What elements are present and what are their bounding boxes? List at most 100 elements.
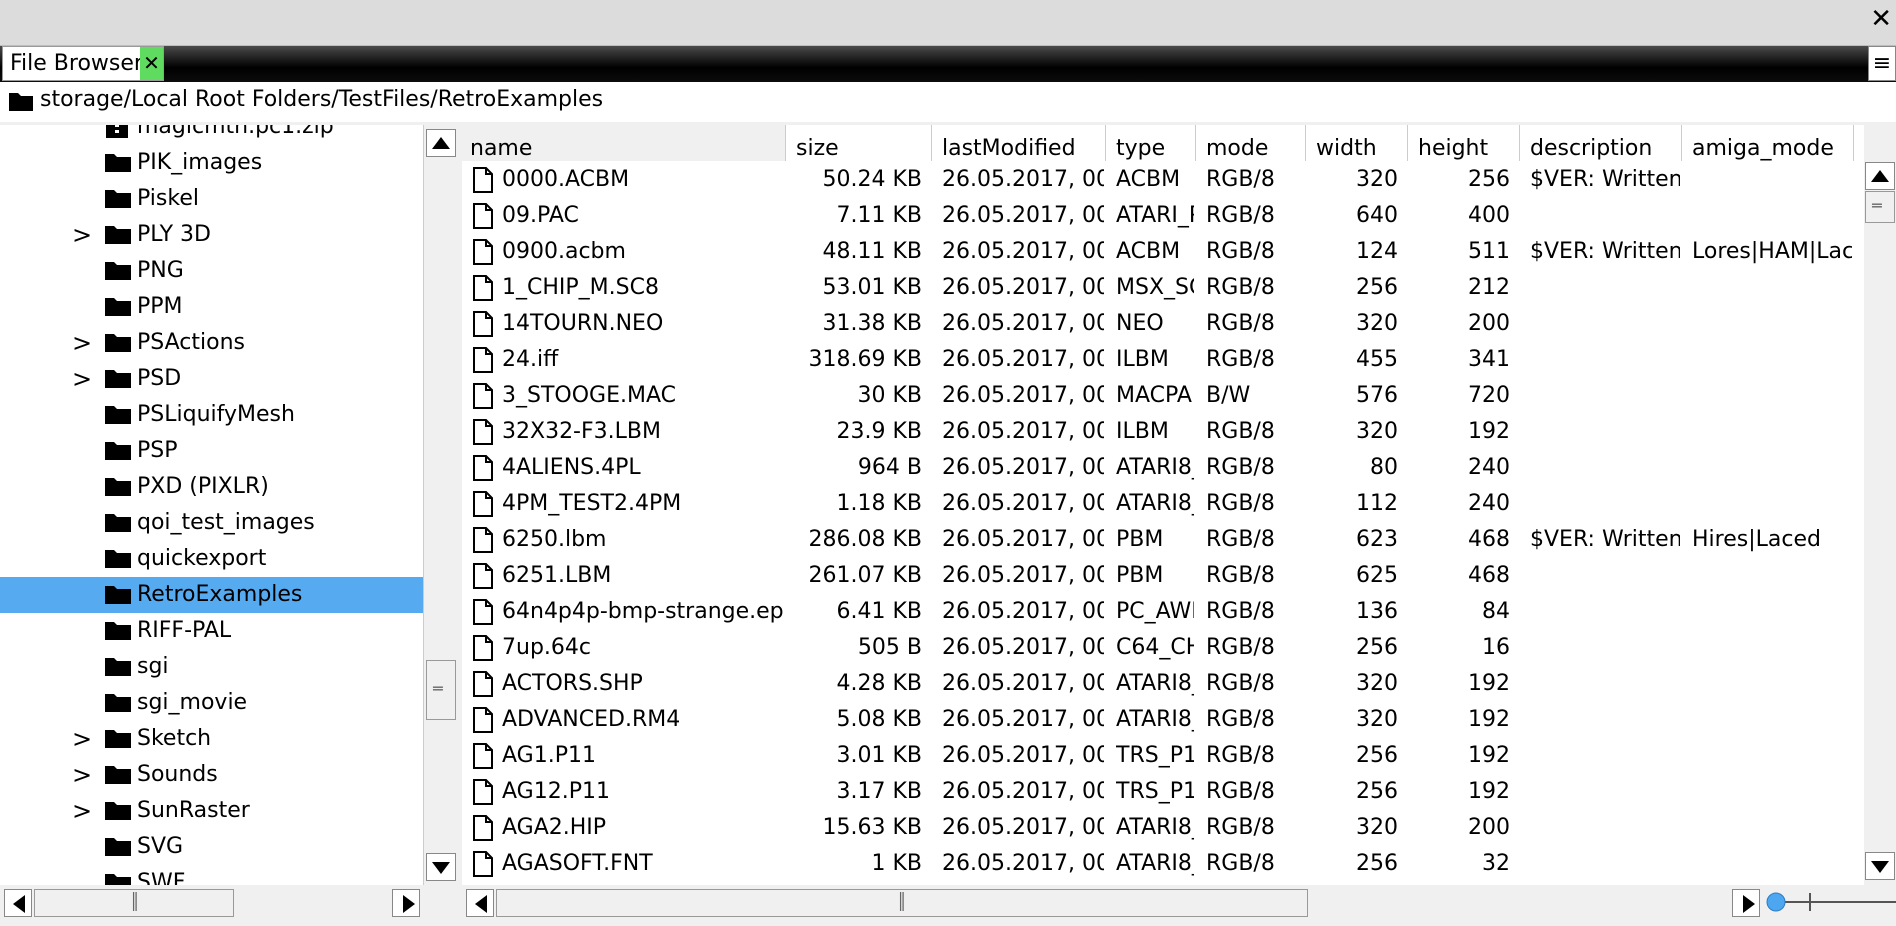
table-row[interactable]: 1_CHIP_M.SC8 53.01 KB 26.05.2017, 00:0 MSX_… [462, 270, 1864, 306]
tree-vertical-scrollbar[interactable]: ═ [424, 125, 458, 885]
table-row[interactable]: 4PM_TEST2.4PM 1.18 KB 26.05.2017, 00:0 ATAR… [462, 486, 1864, 522]
hamburger-menu-icon[interactable]: ≡ [1868, 46, 1896, 81]
column-header-height[interactable]: height [1410, 125, 1520, 161]
scroll-right-button[interactable] [392, 889, 420, 917]
table-row[interactable]: 0000.ACBM 50.24 KB 26.05.2017, 00:0 ACBM RGB… [462, 162, 1864, 198]
table-row[interactable]: 6251.LBM 261.07 KB 26.05.2017, 00:0 PBM RGB/… [462, 558, 1864, 594]
tree-item[interactable]: SWF [0, 865, 423, 885]
tree-item[interactable]: > PSActions [0, 325, 423, 361]
cell-mode: RGB/8 [1206, 311, 1275, 336]
table-row[interactable]: ACTORS.SHP 4.28 KB 26.05.2017, 00:0 ATARI8_… [462, 666, 1864, 702]
table-row[interactable]: 7up.64c 505 B 26.05.2017, 00:0 C64_CH RGB/8 2… [462, 630, 1864, 666]
table-row[interactable]: 0900.acbm 48.11 KB 26.05.2017, 00:0 ACBM RGB… [462, 234, 1864, 270]
column-header-width[interactable]: width [1308, 125, 1408, 161]
close-window-icon[interactable]: ✕ [1870, 4, 1892, 34]
table-row[interactable]: 14TOURN.NEO 31.38 KB 26.05.2017, 00:0 NEO RG… [462, 306, 1864, 342]
cell-width: 256 [1356, 635, 1398, 660]
tree-item[interactable]: PNG [0, 253, 423, 289]
scroll-thumb[interactable]: ║ [496, 889, 1308, 917]
cell-description [1530, 198, 1680, 234]
scroll-up-button[interactable] [1865, 162, 1895, 190]
cell-type: ILBM [1116, 419, 1169, 444]
tree-item[interactable]: sgi_movie [0, 685, 423, 721]
tree-item[interactable]: sgi [0, 649, 423, 685]
cell-mode: RGB/8 [1206, 275, 1275, 300]
zoom-slider[interactable] [1762, 885, 1896, 922]
table-horizontal-scrollbar[interactable]: ║ [462, 885, 1762, 922]
tree-item[interactable]: RIFF-PAL [0, 613, 423, 649]
tree-item[interactable]: PPM [0, 289, 423, 325]
tree-item[interactable]: PXD (PIXLR) [0, 469, 423, 505]
column-header-name[interactable]: name [462, 125, 786, 161]
cell-size: 5.08 KB [836, 707, 923, 732]
tree-horizontal-scrollbar[interactable]: ║ [0, 885, 424, 922]
table-row[interactable]: AGASOFT.FNT 1 KB 26.05.2017, 00:0 ATARI8_ RG… [462, 846, 1864, 882]
table-row[interactable]: AG1.P11 3.01 KB 26.05.2017, 00:0 TRS_P1 RGB/… [462, 738, 1864, 774]
scroll-left-button[interactable] [4, 889, 32, 917]
tree-item[interactable]: RetroExamples [0, 577, 423, 613]
table-row[interactable]: AGA2.HIP 15.63 KB 26.05.2017, 00:0 ATARI8_ R… [462, 810, 1864, 846]
cell-width: 256 [1356, 275, 1398, 300]
tree-item[interactable]: > SunRaster [0, 793, 423, 829]
table-row[interactable]: 3_STOOGE.MAC 30 KB 26.05.2017, 00:0 MACPA B/… [462, 378, 1864, 414]
column-header-mode[interactable]: mode [1198, 125, 1306, 161]
table-row[interactable]: 24.iff 318.69 KB 26.05.2017, 00:0 ILBM RGB/8… [462, 342, 1864, 378]
cell-height: 200 [1468, 311, 1510, 336]
cell-lastmodified: 26.05.2017, 00:0 [942, 671, 1104, 696]
tree-item[interactable]: qoi_test_images [0, 505, 423, 541]
tree-item[interactable]: quickexport [0, 541, 423, 577]
tree-item[interactable]: > PLY 3D [0, 217, 423, 253]
table-row[interactable]: ADVANCED.RM4 5.08 KB 26.05.2017, 00:0 ATARI… [462, 702, 1864, 738]
tree-item[interactable]: SVG [0, 829, 423, 865]
table-vertical-scrollbar[interactable]: ═ [1864, 158, 1896, 885]
table-row[interactable]: 32X32-F3.LBM 23.9 KB 26.05.2017, 00:0 ILBM R… [462, 414, 1864, 450]
expand-chevron-icon[interactable]: > [72, 364, 92, 394]
cell-name: 6250.lbm [502, 527, 607, 552]
cell-name: 32X32-F3.LBM [502, 419, 661, 444]
tree-item[interactable]: PSLiquifyMesh [0, 397, 423, 433]
table-row[interactable]: AG12.P11 3.17 KB 26.05.2017, 00:0 TRS_P1 RGB… [462, 774, 1864, 810]
scroll-down-button[interactable] [426, 853, 456, 881]
cell-width: 640 [1356, 203, 1398, 228]
scroll-right-button[interactable] [1732, 889, 1760, 917]
column-header-description[interactable]: description [1522, 125, 1682, 161]
folder-icon [104, 871, 132, 885]
column-header-amiga_mode[interactable]: amiga_mode [1684, 125, 1854, 161]
expand-chevron-icon[interactable]: > [72, 796, 92, 826]
scroll-thumb[interactable]: ║ [34, 889, 234, 917]
table-row[interactable]: 64n4p4p-bmp-strange.epa 6.41 KB 26.05.2017… [462, 594, 1864, 630]
expand-chevron-icon[interactable]: > [72, 328, 92, 358]
tree-item[interactable]: > Sketch [0, 721, 423, 757]
tab-file-browser[interactable]: File Browser ✕ [2, 46, 164, 81]
tree-item-label: PXD (PIXLR) [137, 474, 269, 499]
scroll-thumb[interactable]: ═ [426, 660, 456, 720]
column-header-type[interactable]: type [1108, 125, 1196, 161]
table-row[interactable]: 6250.lbm 286.08 KB 26.05.2017, 00:0 PBM RGB/… [462, 522, 1864, 558]
expand-chevron-icon[interactable]: > [72, 760, 92, 790]
cell-description [1530, 702, 1680, 738]
expand-chevron-icon[interactable]: > [72, 724, 92, 754]
tree-item[interactable]: > PSD [0, 361, 423, 397]
file-icon [472, 563, 494, 593]
tab-close-icon[interactable]: ✕ [140, 47, 163, 80]
expand-chevron-icon[interactable]: > [72, 220, 92, 250]
scroll-down-button[interactable] [1865, 852, 1895, 880]
cell-type: ATARI8_ [1116, 455, 1194, 480]
cell-name: 64n4p4p-bmp-strange.epa [502, 599, 784, 624]
scroll-up-button[interactable] [426, 129, 456, 157]
tree-item[interactable]: PSP [0, 433, 423, 469]
table-row[interactable]: 09.PAC 7.11 KB 26.05.2017, 00:0 ATARI_P RGB/… [462, 198, 1864, 234]
column-header-lastmodified[interactable]: lastModified [934, 125, 1106, 161]
tree-item[interactable]: > Sounds [0, 757, 423, 793]
path-text[interactable]: storage/Local Root Folders/TestFiles/Ret… [40, 85, 603, 115]
column-header-co[interactable]: co [1856, 125, 1864, 161]
cell-height: 192 [1468, 419, 1510, 444]
table-row[interactable]: 4ALIENS.4PL 964 B 26.05.2017, 00:0 ATARI8_ R… [462, 450, 1864, 486]
scroll-thumb[interactable]: ═ [1865, 191, 1895, 223]
tree-item[interactable]: Piskel [0, 181, 423, 217]
scroll-left-button[interactable] [466, 889, 494, 917]
cell-mode: RGB/8 [1206, 851, 1275, 876]
tree-item[interactable]: PIK_images [0, 145, 423, 181]
column-header-size[interactable]: size [788, 125, 932, 161]
tree-item[interactable]: magicmtn.pc1.zip [0, 125, 423, 145]
